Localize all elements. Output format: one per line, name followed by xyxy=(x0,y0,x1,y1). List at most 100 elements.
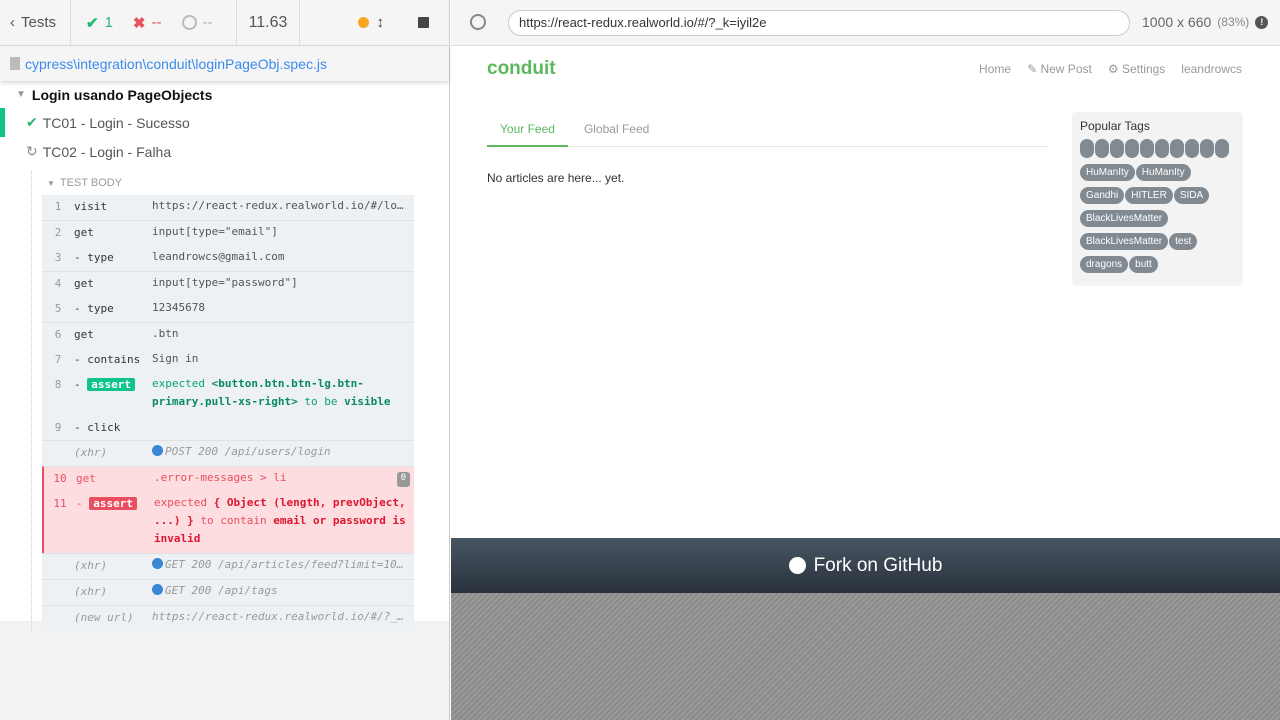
cmd-num: 2 xyxy=(54,226,62,239)
command-row[interactable]: 3 - type leandrowcs@gmail.com xyxy=(42,246,414,271)
check-icon: ✔ xyxy=(86,14,99,32)
tag-pill[interactable]: SIDA xyxy=(1173,187,1210,204)
tag-pill[interactable] xyxy=(1125,139,1139,158)
command-row-failed[interactable]: 10 get .error-messages > li 0 xyxy=(44,467,414,492)
tag-pill[interactable]: HuManIty xyxy=(1135,164,1191,181)
suite-title[interactable]: ▼ Login usando PageObjects xyxy=(0,81,449,108)
fork-on-github-banner[interactable]: Fork on GitHub xyxy=(451,538,1280,593)
viewport-scale: (83%) xyxy=(1217,15,1250,29)
nav-settings[interactable]: ⚙ Settings xyxy=(1108,62,1165,76)
url-bar[interactable]: https://react-redux.realworld.io/#/?_k=i… xyxy=(508,10,1130,36)
tab-global-feed[interactable]: Global Feed xyxy=(568,112,665,146)
cmd-message: GET 200 /api/tags xyxy=(152,582,414,600)
tag-pill[interactable]: butt xyxy=(1129,256,1158,273)
passed-count: 1 xyxy=(104,14,113,31)
command-row[interactable]: 2 get input[type="email"] xyxy=(42,221,414,246)
test-item-running[interactable]: ↻ TC02 - Login - Falha xyxy=(0,137,449,166)
tests-back-button[interactable]: ‹ Tests xyxy=(0,0,71,45)
cmd-name: get xyxy=(74,277,94,290)
tag-pill[interactable] xyxy=(1215,139,1229,158)
selector-playground-icon[interactable] xyxy=(470,14,486,30)
command-row[interactable]: 7 - contains Sign in xyxy=(42,348,414,373)
msg-text: GET 200 /api/articles/feed?limit=10&offs… xyxy=(165,557,414,571)
failed-count: -- xyxy=(151,14,162,31)
viewport-overflow-area xyxy=(451,593,1280,720)
tag-pill[interactable]: BlackLivesMatter xyxy=(1080,233,1169,250)
cmd-name: get xyxy=(76,471,96,485)
reporter-panel: ‹ Tests ✔ 1 ✖ -- -- 11.63 ↕ cypress\integra… xyxy=(0,0,450,720)
cmd-message: POST 200 /api/users/login xyxy=(152,443,414,461)
info-icon[interactable]: ! xyxy=(1255,15,1269,29)
command-row[interactable]: 4 get input[type="password"] xyxy=(42,272,414,297)
xhr-status-dot-icon xyxy=(152,557,163,569)
popular-tags-panel: Popular Tags HuManIty HuManIty Gandhi HITL… xyxy=(1072,112,1243,286)
cmd-name: (xhr) xyxy=(74,445,108,459)
command-row[interactable]: 6 get .btn xyxy=(42,323,414,348)
tag-pill[interactable] xyxy=(1185,139,1199,158)
check-icon: ✔ xyxy=(26,114,38,130)
command-row[interactable]: 5 - type 12345678 xyxy=(42,297,414,322)
cmd-message: https://react-redux.realworld.io/#/login xyxy=(152,199,414,212)
assert-badge: assert xyxy=(87,378,135,391)
tag-pill[interactable] xyxy=(1140,139,1154,158)
nav-home[interactable]: Home xyxy=(979,62,1011,76)
test-item-passed[interactable]: ✔ TC01 - Login - Sucesso xyxy=(0,108,449,137)
cmd-name: - assert xyxy=(76,496,154,548)
stop-icon[interactable] xyxy=(418,17,429,28)
cmd-num: 1 xyxy=(54,200,62,213)
spec-file-path[interactable]: cypress\integration\conduit\loginPageObj… xyxy=(0,46,449,81)
tag-pill[interactable]: BlackLivesMatter xyxy=(1080,210,1169,227)
x-icon: ✖ xyxy=(132,14,146,32)
cmd-message: .btn xyxy=(152,327,179,340)
tag-pill[interactable] xyxy=(1155,139,1169,158)
cmd-num: 10 xyxy=(53,471,67,485)
command-row[interactable]: 1 visit https://react-redux.realworld.io/#… xyxy=(42,195,414,220)
msg-part: expected xyxy=(154,495,207,509)
tag-pill[interactable]: test xyxy=(1169,233,1198,250)
cmd-message: GET 200 /api/articles/feed?limit=10&offs… xyxy=(152,556,414,574)
tab-your-feed[interactable]: Your Feed xyxy=(487,112,568,147)
tag-pill[interactable] xyxy=(1110,139,1124,158)
tag-pill[interactable]: HuManIty xyxy=(1080,164,1135,181)
duration: 11.63 xyxy=(237,0,300,45)
cmd-name: - click xyxy=(74,421,121,434)
command-row-xhr[interactable]: (xhr) POST 200 /api/users/login xyxy=(42,441,414,466)
cmd-message: input[type="email"] xyxy=(152,225,278,238)
command-row[interactable]: 9 - click xyxy=(42,416,414,440)
command-row-assert-pass[interactable]: 8 - assert expected <button.btn.btn-lg.btn… xyxy=(42,373,414,416)
empty-tags-row xyxy=(1080,139,1235,158)
command-row-xhr[interactable]: (xhr) GET 200 /api/articles/feed?limit=10… xyxy=(42,554,414,579)
brand-logo[interactable]: conduit xyxy=(487,58,556,80)
tag-pill[interactable] xyxy=(1170,139,1184,158)
msg-text: POST 200 /api/users/login xyxy=(165,444,331,458)
cmd-num: 4 xyxy=(54,277,62,290)
cmd-name: - assert xyxy=(74,378,152,411)
cmd-name: - type xyxy=(74,302,114,315)
cmd-name: visit xyxy=(74,200,108,213)
resize-arrows-icon[interactable]: ↕ xyxy=(377,14,385,31)
command-row-xhr[interactable]: (xhr) GET 200 /api/tags xyxy=(42,580,414,605)
tag-pill[interactable] xyxy=(1080,139,1094,158)
tag-list: HuManIty HuManIty Gandhi HITLER SIDA BlackL… xyxy=(1080,162,1235,277)
cmd-message xyxy=(152,418,414,435)
nav-profile[interactable]: leandrowcs xyxy=(1181,62,1242,76)
github-icon xyxy=(788,557,806,574)
command-row-assert-failed[interactable]: 11 - assert expected { Object (length, pre… xyxy=(44,492,414,553)
cmd-name: - contains xyxy=(74,353,141,366)
tag-pill[interactable] xyxy=(1200,139,1214,158)
running-spinner-icon: ↻ xyxy=(26,143,38,159)
pending-count: -- xyxy=(202,14,213,31)
cmd-name: get xyxy=(74,226,94,239)
tag-pill[interactable]: dragons xyxy=(1080,256,1129,273)
tag-pill[interactable] xyxy=(1095,139,1109,158)
tag-pill[interactable]: HITLER xyxy=(1125,187,1173,204)
command-row-new-url[interactable]: (new url) https://react-redux.realworld.i… xyxy=(42,606,414,631)
cmd-message: expected <button.btn.btn-lg.btn-primary.… xyxy=(152,375,414,411)
cmd-name: (xhr) xyxy=(74,558,108,572)
reporter-header: ‹ Tests ✔ 1 ✖ -- -- 11.63 ↕ xyxy=(0,0,449,46)
tag-pill[interactable]: Gandhi xyxy=(1080,187,1125,204)
nav-new-post[interactable]: ✎ New Post xyxy=(1027,62,1092,76)
auto-scroll-dot-icon[interactable] xyxy=(357,17,369,28)
msg-part: visible xyxy=(344,395,391,408)
test-body-header[interactable]: ▼ TEST BODY xyxy=(42,171,414,195)
